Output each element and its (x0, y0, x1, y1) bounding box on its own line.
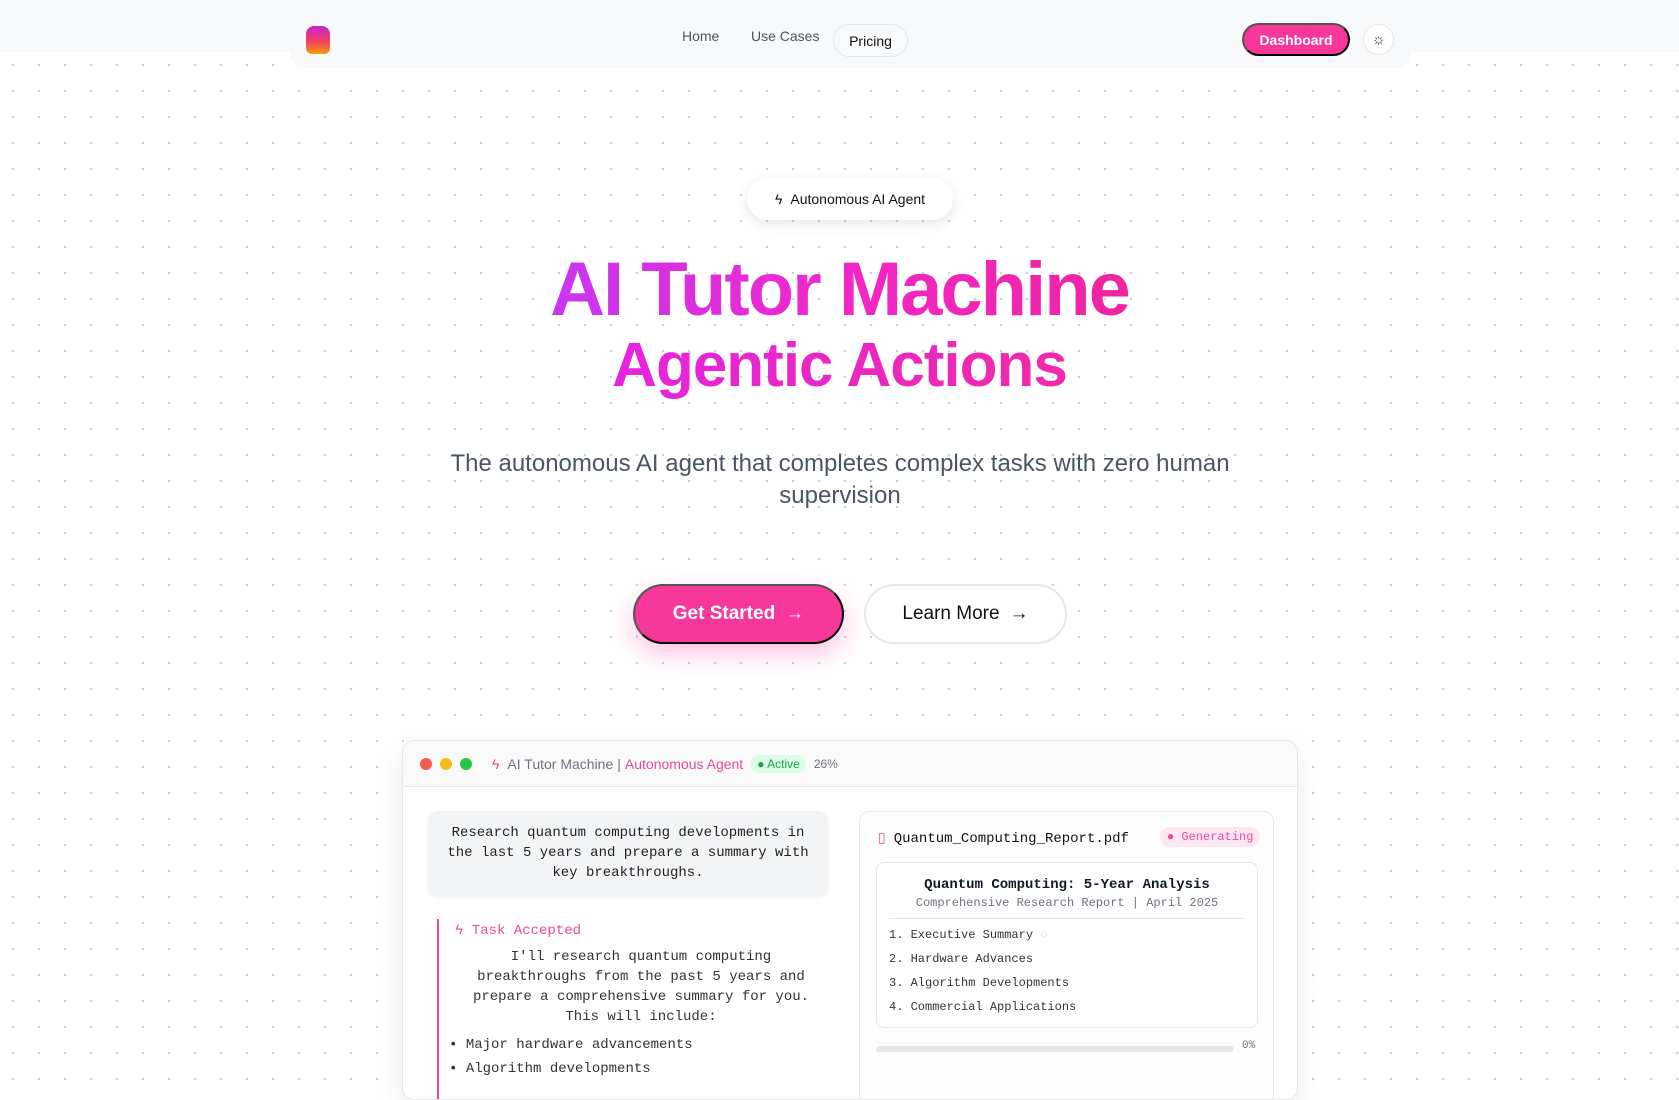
section-item: 1. Executive Summary ◌ (889, 923, 1245, 947)
window-header: ϟ AI Tutor Machine | Autonomous Agent ● … (403, 741, 1297, 787)
list-item: • Major hardware advancements (449, 1037, 693, 1053)
status-badge: ● Active (751, 754, 806, 773)
task-title: ϟ Task Accepted (455, 923, 582, 939)
list-item: • Algorithm developments (449, 1061, 651, 1077)
get-started-label: Get Started (672, 603, 776, 624)
badge-label: Autonomous AI Agent (790, 191, 926, 207)
generating-text: Generating (1181, 830, 1254, 844)
minimize-dot[interactable] (440, 757, 452, 770)
list-item-text: Algorithm developments (465, 1061, 651, 1077)
task-response: ϟ Task Accepted I'll research quantum co… (437, 919, 827, 1099)
task-text: I'll research quantum computing breakthr… (472, 949, 810, 1025)
arrow-right-icon: → (1009, 603, 1029, 624)
section-item: 3. Algorithm Developments (889, 976, 1070, 990)
report-progress-bar (876, 1046, 1234, 1052)
user-prompt: Research quantum computing developments … (428, 811, 828, 896)
task-title-text: Task Accepted (471, 923, 582, 939)
hero-description: The autonomous AI agent that completes c… (450, 450, 1230, 509)
theme-toggle-button[interactable]: ☼ (1363, 24, 1394, 55)
generating-badge: ● Generating (1160, 827, 1261, 847)
nav-pricing[interactable]: Pricing (833, 24, 908, 57)
file-name-text: Quantum_Computing_Report.pdf (893, 830, 1129, 847)
list-item-text: Major hardware advancements (465, 1037, 693, 1053)
spinner-icon: ◌ (1040, 928, 1048, 942)
section-item: 2. Hardware Advances (889, 952, 1034, 966)
section-item: 4. Commercial Applications (889, 1000, 1077, 1014)
hero-subtitle-title: Agentic Actions (0, 330, 1679, 401)
hero-badge: ϟ Autonomous AI Agent (747, 178, 953, 220)
hero-title-text: AI Tutor Machine (550, 247, 1131, 332)
learn-more-label: Learn More (902, 603, 1000, 624)
status-text: Active (767, 756, 800, 771)
dashboard-button[interactable]: Dashboard (1242, 23, 1350, 56)
document-preview: Quantum Computing: 5-Year Analysis Compr… (876, 862, 1258, 1028)
agent-window: ϟ AI Tutor Machine | Autonomous Agent ● … (402, 740, 1298, 1100)
window-app-name: AI Tutor Machine (507, 755, 614, 772)
window-progress: 26% (813, 756, 838, 771)
lightning-icon: ϟ (774, 191, 783, 207)
get-started-button[interactable]: Get Started → (633, 584, 844, 644)
maximize-dot[interactable] (460, 757, 472, 770)
hero-title: AI Tutor Machine (0, 246, 1679, 333)
learn-more-button[interactable]: Learn More → (864, 584, 1067, 644)
close-dot[interactable] (420, 757, 432, 770)
section-text: 1. Executive Summary (889, 928, 1034, 942)
file-icon: ▯ (878, 831, 886, 847)
hero-subtitle-text: Agentic Actions (612, 331, 1068, 400)
doc-subtitle: Comprehensive Research Report | April 20… (889, 896, 1245, 919)
nav-home[interactable]: Home (682, 28, 719, 44)
report-card: ▯ Quantum_Computing_Report.pdf ● Generati… (859, 811, 1274, 1099)
file-name: ▯ Quantum_Computing_Report.pdf (878, 830, 1129, 848)
lightning-icon: ϟ (492, 755, 500, 772)
sun-icon: ☼ (1371, 31, 1386, 48)
report-progress-text: 0% (1242, 1040, 1256, 1052)
nav-use-cases[interactable]: Use Cases (751, 28, 819, 44)
logo[interactable] (306, 26, 330, 54)
window-mode: Autonomous Agent (624, 755, 744, 772)
separator: | (617, 755, 621, 772)
doc-title: Quantum Computing: 5-Year Analysis (924, 877, 1210, 893)
arrow-right-icon: → (785, 603, 805, 624)
